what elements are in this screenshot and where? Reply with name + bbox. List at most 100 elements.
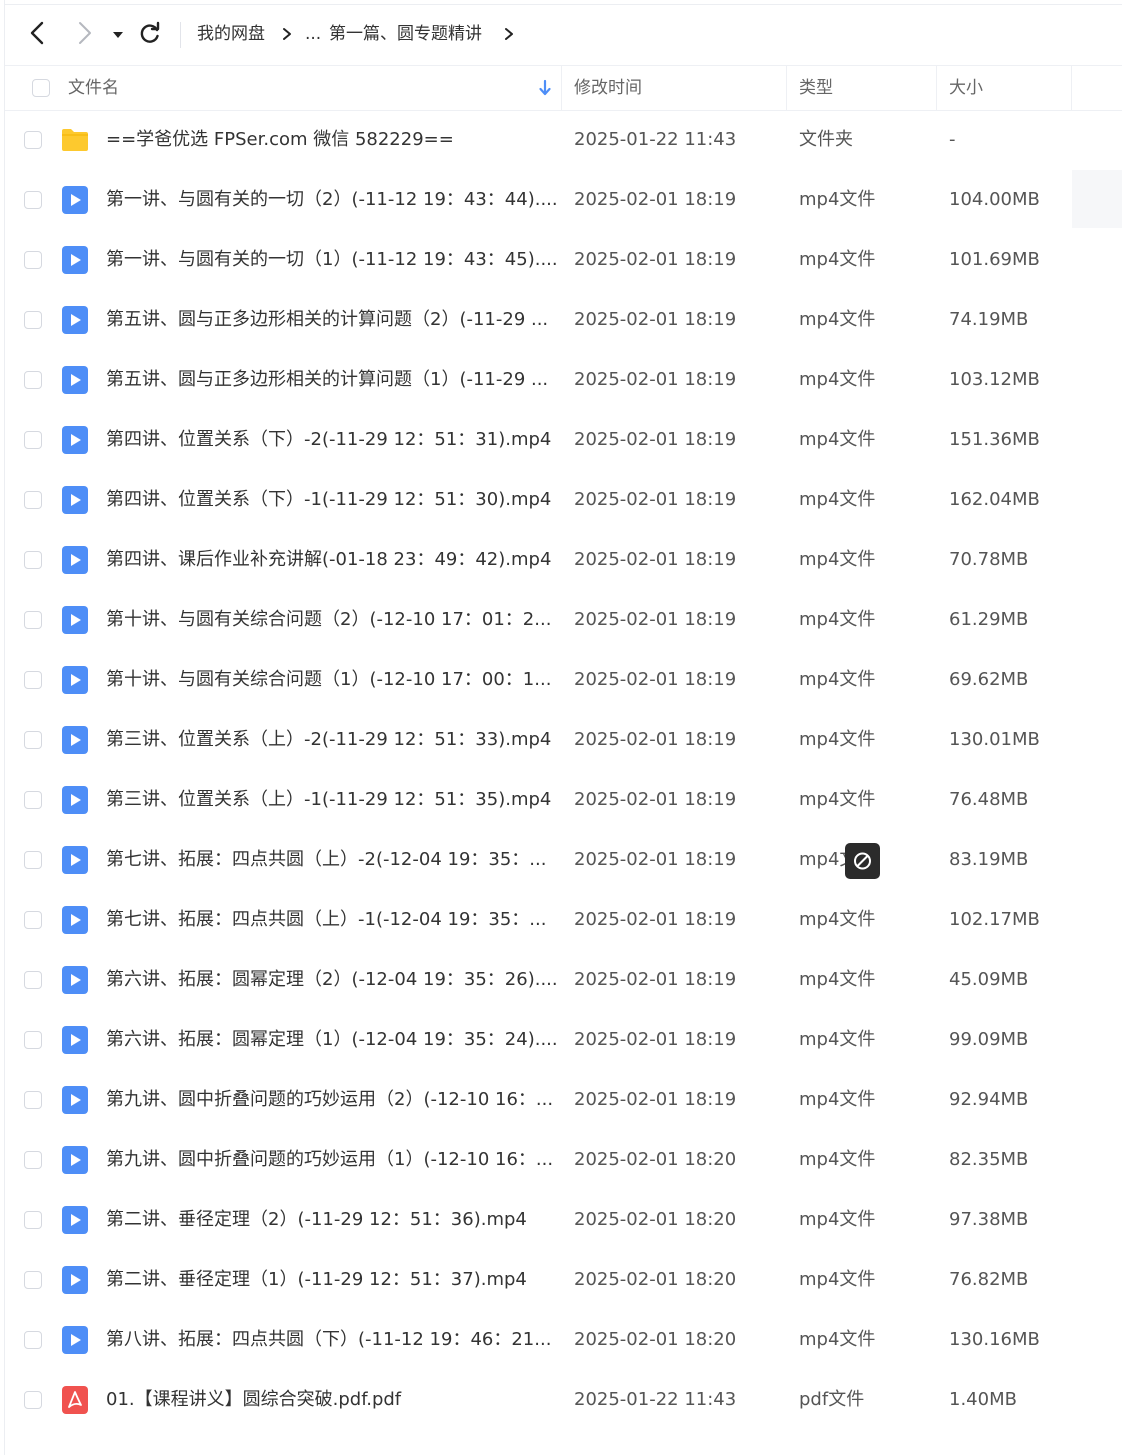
row-checkbox[interactable]: [24, 371, 42, 389]
file-row[interactable]: 第七讲、拓展：四点共圆（上）-2(-12-04 19：35：... 2025-02…: [5, 830, 1122, 890]
file-modified-time: 2025-01-22 11:43: [574, 129, 737, 150]
row-checkbox[interactable]: [24, 551, 42, 569]
file-row[interactable]: 第九讲、圆中折叠问题的巧妙运用（1）(-12-10 16：... 2025-02-…: [5, 1130, 1122, 1190]
file-row[interactable]: 第十讲、与圆有关综合问题（2）(-12-10 17：01：2... 2025-02…: [5, 590, 1122, 650]
row-checkbox[interactable]: [24, 311, 42, 329]
file-row[interactable]: 第九讲、圆中折叠问题的巧妙运用（2）(-12-10 16：... 2025-02-…: [5, 1070, 1122, 1130]
file-name[interactable]: 第六讲、拓展：圆幂定理（2）(-12-04 19：35：26)....: [106, 950, 556, 1010]
file-row[interactable]: 第二讲、垂径定理（1）(-11-29 12：51：37).mp4 2025-02-…: [5, 1250, 1122, 1310]
file-row[interactable]: 第四讲、位置关系（下）-1(-11-29 12：51：30).mp4 2025-0…: [5, 470, 1122, 530]
file-row[interactable]: 第三讲、位置关系（上）-2(-11-29 12：51：33).mp4 2025-0…: [5, 710, 1122, 770]
column-divider: [936, 66, 937, 110]
sort-desc-arrow-icon[interactable]: [537, 78, 553, 98]
file-size: 101.69MB: [949, 249, 1040, 270]
file-name[interactable]: 第八讲、拓展：四点共圆（下）(-11-12 19：46：21...: [106, 1310, 556, 1370]
column-header-type[interactable]: 类型: [799, 66, 833, 110]
row-checkbox[interactable]: [24, 1211, 42, 1229]
column-header-modified[interactable]: 修改时间: [574, 66, 642, 110]
history-dropdown-button[interactable]: [106, 17, 130, 49]
video-file-icon: [60, 845, 90, 875]
file-name[interactable]: 第十讲、与圆有关综合问题（1）(-12-10 17：00：1...: [106, 650, 556, 710]
file-name[interactable]: 第五讲、圆与正多边形相关的计算问题（1）(-11-29 ...: [106, 350, 556, 410]
row-checkbox[interactable]: [24, 1031, 42, 1049]
row-checkbox[interactable]: [24, 911, 42, 929]
file-row[interactable]: 第二讲、垂径定理（2）(-11-29 12：51：36).mp4 2025-02-…: [5, 1190, 1122, 1250]
file-name[interactable]: 第十讲、与圆有关综合问题（2）(-12-10 17：01：2...: [106, 590, 556, 650]
video-file-icon: [60, 485, 90, 515]
forward-button[interactable]: [68, 17, 100, 49]
row-checkbox[interactable]: [24, 791, 42, 809]
column-divider: [561, 66, 562, 110]
row-checkbox[interactable]: [24, 611, 42, 629]
file-name[interactable]: 第一讲、与圆有关的一切（1）(-11-12 19：43：45)....: [106, 230, 556, 290]
breadcrumb-root[interactable]: 我的网盘: [197, 21, 265, 47]
file-name[interactable]: 第二讲、垂径定理（1）(-11-29 12：51：37).mp4: [106, 1250, 556, 1310]
file-row[interactable]: 第十讲、与圆有关综合问题（1）(-12-10 17：00：1... 2025-02…: [5, 650, 1122, 710]
file-name[interactable]: 第七讲、拓展：四点共圆（上）-2(-12-04 19：35：...: [106, 830, 556, 890]
select-all-checkbox[interactable]: [32, 79, 50, 97]
file-row[interactable]: 01.【课程讲义】圆综合突破.pdf.pdf 2025-01-22 11:43 pd…: [5, 1370, 1122, 1430]
file-row[interactable]: 第八讲、拓展：四点共圆（下）(-11-12 19：46：21... 2025-02…: [5, 1310, 1122, 1370]
file-name[interactable]: 01.【课程讲义】圆综合突破.pdf.pdf: [106, 1370, 556, 1430]
file-row[interactable]: 第六讲、拓展：圆幂定理（1）(-12-04 19：35：24).... 2025-…: [5, 1010, 1122, 1070]
row-checkbox[interactable]: [24, 491, 42, 509]
breadcrumb-ellipsis[interactable]: ...: [305, 21, 321, 47]
file-name[interactable]: 第五讲、圆与正多边形相关的计算问题（2）(-11-29 ...: [106, 290, 556, 350]
file-name[interactable]: 第九讲、圆中折叠问题的巧妙运用（2）(-12-10 16：...: [106, 1070, 556, 1130]
row-checkbox[interactable]: [24, 1391, 42, 1409]
file-name[interactable]: ==学爸优选 FPSer.com 微信 582229==: [106, 110, 556, 170]
file-name[interactable]: 第二讲、垂径定理（2）(-11-29 12：51：36).mp4: [106, 1190, 556, 1250]
file-size: 151.36MB: [949, 429, 1040, 450]
file-type: mp4文件: [799, 1269, 876, 1290]
drag-prohibited-cursor: [845, 843, 880, 879]
file-row[interactable]: 第一讲、与圆有关的一切（2）(-11-12 19：43：44).... 2025-…: [5, 170, 1122, 230]
video-file-icon: [60, 425, 90, 455]
video-file-icon: [60, 725, 90, 755]
file-size: 92.94MB: [949, 1089, 1029, 1110]
file-modified-time: 2025-02-01 18:19: [574, 309, 737, 330]
back-button[interactable]: [22, 17, 54, 49]
file-type: mp4文件: [799, 909, 876, 930]
file-name[interactable]: 第三讲、位置关系（上）-2(-11-29 12：51：33).mp4: [106, 710, 556, 770]
file-row[interactable]: 第五讲、圆与正多边形相关的计算问题（2）(-11-29 ... 2025-02-0…: [5, 290, 1122, 350]
file-name[interactable]: 第四讲、课后作业补充讲解(-01-18 23：49：42).mp4: [106, 530, 556, 590]
breadcrumb-current[interactable]: 第一篇、圆专题精讲: [329, 21, 482, 47]
column-header-size[interactable]: 大小: [949, 66, 983, 110]
file-row[interactable]: 第七讲、拓展：四点共圆（上）-1(-12-04 19：35：... 2025-02…: [5, 890, 1122, 950]
row-checkbox[interactable]: [24, 191, 42, 209]
column-header-name[interactable]: 文件名: [68, 66, 119, 110]
file-name[interactable]: 第六讲、拓展：圆幂定理（1）(-12-04 19：35：24)....: [106, 1010, 556, 1070]
refresh-button[interactable]: [134, 17, 166, 49]
row-checkbox[interactable]: [24, 251, 42, 269]
file-row[interactable]: ==学爸优选 FPSer.com 微信 582229== 2025-01-22 1…: [5, 110, 1122, 170]
file-row[interactable]: 第三讲、位置关系（上）-1(-11-29 12：51：35).mp4 2025-0…: [5, 770, 1122, 830]
row-checkbox[interactable]: [24, 1151, 42, 1169]
row-checkbox[interactable]: [24, 971, 42, 989]
file-modified-time: 2025-02-01 18:19: [574, 609, 737, 630]
file-row[interactable]: 第六讲、拓展：圆幂定理（2）(-12-04 19：35：26).... 2025-…: [5, 950, 1122, 1010]
row-checkbox[interactable]: [24, 1091, 42, 1109]
row-checkbox[interactable]: [24, 1271, 42, 1289]
toolbar: 我的网盘 ... 第一篇、圆专题精讲: [0, 5, 1122, 65]
file-name[interactable]: 第四讲、位置关系（下）-2(-11-29 12：51：31).mp4: [106, 410, 556, 470]
file-type: 文件夹: [799, 129, 853, 150]
row-checkbox[interactable]: [24, 1331, 42, 1349]
file-row[interactable]: 第四讲、课后作业补充讲解(-01-18 23：49：42).mp4 2025-02…: [5, 530, 1122, 590]
file-name[interactable]: 第四讲、位置关系（下）-1(-11-29 12：51：30).mp4: [106, 470, 556, 530]
file-name[interactable]: 第九讲、圆中折叠问题的巧妙运用（1）(-12-10 16：...: [106, 1130, 556, 1190]
file-row[interactable]: 第四讲、位置关系（下）-2(-11-29 12：51：31).mp4 2025-0…: [5, 410, 1122, 470]
row-checkbox[interactable]: [24, 731, 42, 749]
file-name[interactable]: 第一讲、与圆有关的一切（2）(-11-12 19：43：44)....: [106, 170, 556, 230]
video-file-icon: [60, 665, 90, 695]
file-name[interactable]: 第七讲、拓展：四点共圆（上）-1(-12-04 19：35：...: [106, 890, 556, 950]
breadcrumb-separator-icon: [280, 21, 294, 47]
file-type: pdf文件: [799, 1389, 865, 1410]
row-checkbox[interactable]: [24, 431, 42, 449]
row-checkbox[interactable]: [24, 671, 42, 689]
row-checkbox[interactable]: [24, 131, 42, 149]
file-type: mp4文件: [799, 789, 876, 810]
file-row[interactable]: 第五讲、圆与正多边形相关的计算问题（1）(-11-29 ... 2025-02-0…: [5, 350, 1122, 410]
file-name[interactable]: 第三讲、位置关系（上）-1(-11-29 12：51：35).mp4: [106, 770, 556, 830]
row-checkbox[interactable]: [24, 851, 42, 869]
file-row[interactable]: 第一讲、与圆有关的一切（1）(-11-12 19：43：45).... 2025-…: [5, 230, 1122, 290]
